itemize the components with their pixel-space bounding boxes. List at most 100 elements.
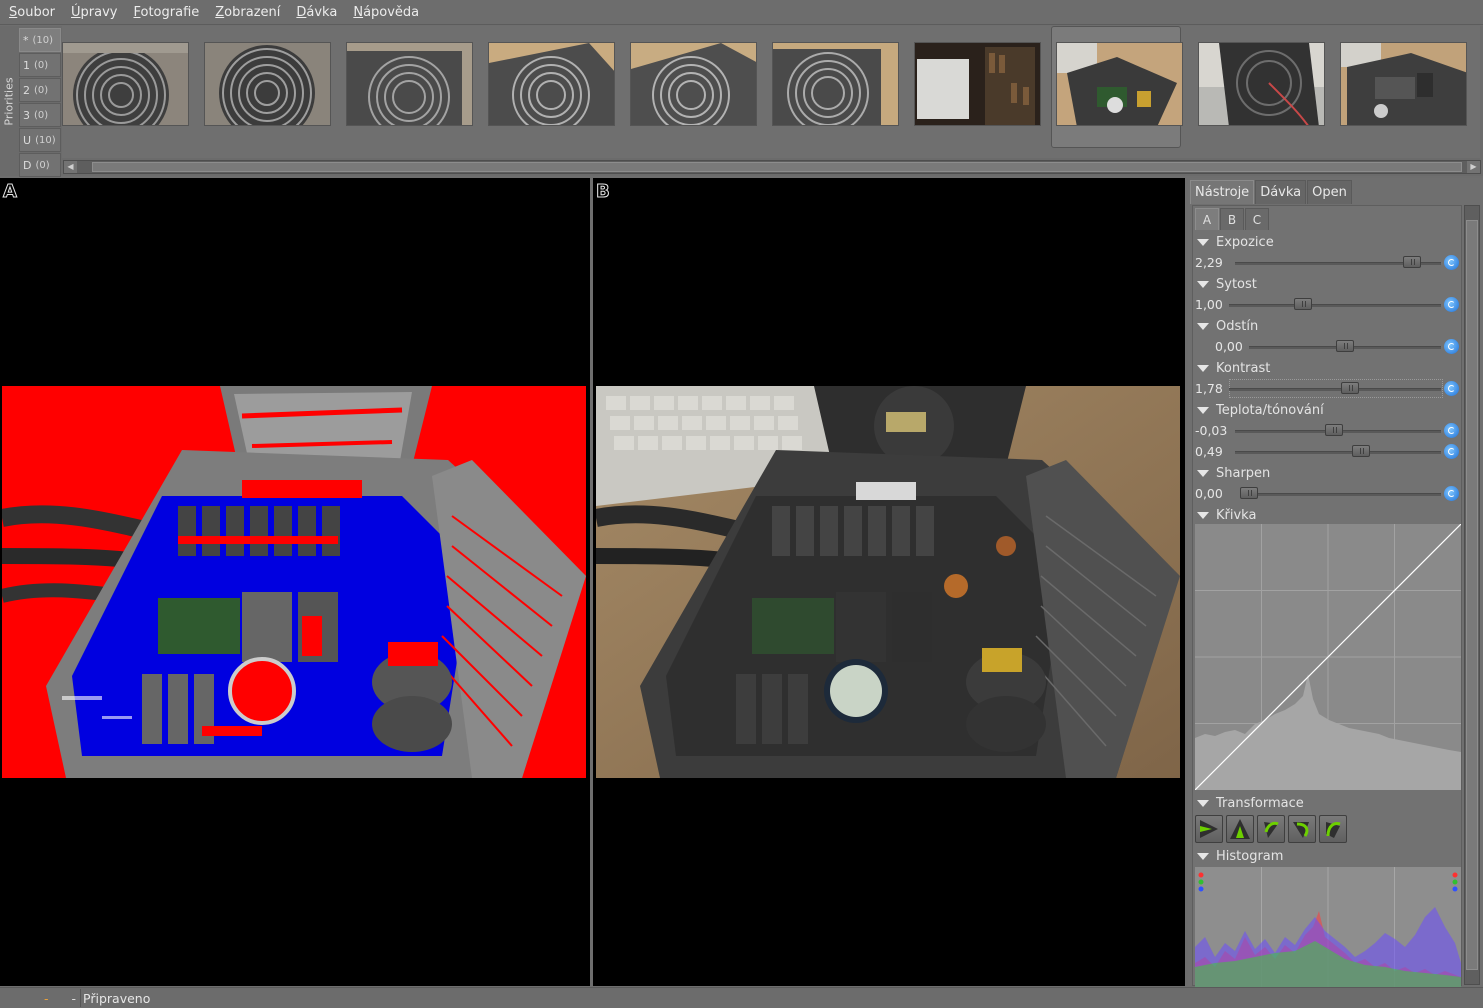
subtab-a[interactable]: A bbox=[1195, 208, 1219, 230]
thumbnail-selected[interactable] bbox=[1056, 42, 1183, 126]
saturation-slider-handle[interactable] bbox=[1294, 298, 1313, 310]
priority-filter-u[interactable]: U (10) bbox=[19, 128, 61, 152]
thumbnail[interactable] bbox=[1198, 42, 1325, 126]
section-krivka-header[interactable]: Křivka bbox=[1197, 506, 1256, 524]
thumbnail[interactable] bbox=[204, 42, 331, 126]
tools-container: A B C Expozice 2,29 Sytost 1,00 Odstín 0… bbox=[1192, 205, 1462, 987]
section-sharpen-header[interactable]: Sharpen bbox=[1197, 464, 1270, 482]
section-sytost-header[interactable]: Sytost bbox=[1197, 275, 1257, 293]
triangle-down-icon bbox=[1197, 511, 1209, 519]
thumbnail[interactable] bbox=[62, 42, 189, 126]
priority-filter-all[interactable]: * (10) bbox=[19, 28, 61, 52]
hue-slider-row: 0,00 bbox=[1195, 338, 1459, 356]
triangle-down-icon bbox=[1197, 280, 1209, 288]
reset-icon[interactable] bbox=[1444, 444, 1459, 459]
exposure-value: 2,29 bbox=[1195, 255, 1223, 270]
tone-curve-editor[interactable] bbox=[1194, 523, 1462, 791]
preview-image-a bbox=[2, 386, 586, 778]
menu-davka[interactable]: Dávka bbox=[296, 5, 337, 20]
exposure-slider-row: 2,29 bbox=[1195, 254, 1459, 272]
thumbnail[interactable] bbox=[1340, 42, 1467, 126]
contrast-slider-track[interactable] bbox=[1229, 388, 1441, 391]
preview-pane-b[interactable]: B bbox=[593, 178, 1185, 986]
thumbnail[interactable] bbox=[346, 42, 473, 126]
scroll-left-arrow-icon[interactable]: ◀ bbox=[64, 161, 77, 173]
tint-value: 0,49 bbox=[1195, 444, 1223, 459]
reset-icon[interactable] bbox=[1444, 255, 1459, 270]
thumbnail[interactable] bbox=[630, 42, 757, 126]
menubar: Soubor Úpravy Fotografie Zobrazení Dávka… bbox=[0, 0, 1483, 25]
reset-icon[interactable] bbox=[1444, 381, 1459, 396]
saturation-slider-row: 1,00 bbox=[1195, 296, 1459, 314]
reset-icon[interactable] bbox=[1444, 297, 1459, 312]
scrollbar-thumb[interactable] bbox=[92, 162, 1462, 172]
priority-filter-3[interactable]: 3 (0) bbox=[19, 103, 61, 127]
thumbnail-strip bbox=[62, 26, 1480, 158]
sharpen-slider-handle[interactable] bbox=[1239, 487, 1258, 499]
triangle-down-icon bbox=[1197, 852, 1209, 860]
reset-icon[interactable] bbox=[1444, 339, 1459, 354]
priority-filter-2[interactable]: 2 (0) bbox=[19, 78, 61, 102]
priority-filter-1[interactable]: 1 (0) bbox=[19, 53, 61, 77]
tab-davka[interactable]: Dávka bbox=[1255, 180, 1307, 204]
section-transformace-header[interactable]: Transformace bbox=[1197, 794, 1304, 812]
status-indicator-2: - bbox=[71, 990, 77, 1006]
flip-vertical-icon[interactable] bbox=[1226, 815, 1254, 843]
rotate-left-icon[interactable] bbox=[1257, 815, 1285, 843]
thumbnail[interactable] bbox=[914, 42, 1041, 126]
priority-filter-d[interactable]: D (0) bbox=[19, 153, 61, 177]
tab-open[interactable]: Open bbox=[1307, 180, 1352, 204]
status-separator bbox=[80, 989, 81, 1007]
menu-soubor[interactable]: Soubor bbox=[9, 5, 55, 20]
triangle-down-icon bbox=[1197, 469, 1209, 477]
section-histogram-header[interactable]: Histogram bbox=[1197, 847, 1283, 865]
sharpen-slider-track[interactable] bbox=[1245, 493, 1441, 496]
tool-panel-vertical-scrollbar[interactable] bbox=[1464, 205, 1480, 985]
reset-icon[interactable] bbox=[1444, 486, 1459, 501]
reset-icon[interactable] bbox=[1444, 423, 1459, 438]
tab-nastroje[interactable]: Nástroje bbox=[1190, 180, 1255, 204]
free-rotate-icon[interactable] bbox=[1319, 815, 1347, 843]
menu-fotografie[interactable]: Fotografie bbox=[133, 5, 199, 20]
menu-upravy[interactable]: Úpravy bbox=[71, 5, 117, 20]
tint-slider-handle[interactable] bbox=[1351, 445, 1370, 457]
scrollbar-thumb[interactable] bbox=[1466, 220, 1478, 970]
saturation-slider-track[interactable] bbox=[1229, 304, 1441, 307]
histogram-chart bbox=[1195, 867, 1461, 987]
priority-filter-list: * (10) 1 (0) 2 (0) 3 (0) U (10) D (0) bbox=[19, 28, 61, 178]
temperature-slider-handle[interactable] bbox=[1324, 424, 1343, 436]
menu-zobrazeni[interactable]: Zobrazení bbox=[215, 5, 280, 20]
tint-slider-track[interactable] bbox=[1235, 451, 1441, 454]
flip-horizontal-icon[interactable] bbox=[1195, 815, 1223, 843]
priorities-label: Priorities bbox=[2, 76, 16, 126]
triangle-down-icon bbox=[1197, 238, 1209, 246]
section-odstin-header[interactable]: Odstín bbox=[1197, 317, 1258, 335]
subtab-c[interactable]: C bbox=[1245, 208, 1269, 230]
status-indicator-1: - bbox=[44, 990, 49, 1006]
temperature-slider-row: -0,03 bbox=[1195, 422, 1459, 440]
triangle-down-icon bbox=[1197, 364, 1209, 372]
hue-slider-handle[interactable] bbox=[1336, 340, 1354, 352]
subtab-b[interactable]: B bbox=[1220, 208, 1244, 230]
exposure-slider-handle[interactable] bbox=[1403, 256, 1422, 268]
status-message: Připraveno bbox=[83, 990, 151, 1006]
contrast-slider-row: 1,78 bbox=[1195, 379, 1459, 398]
thumbnail[interactable] bbox=[488, 42, 615, 126]
tool-panel: Nástroje Dávka Open A B C Expozice 2,29 … bbox=[1188, 178, 1483, 987]
contrast-slider-handle[interactable] bbox=[1340, 382, 1359, 394]
scroll-right-arrow-icon[interactable]: ▶ bbox=[1467, 161, 1480, 173]
rotate-right-icon[interactable] bbox=[1288, 815, 1316, 843]
contrast-value: 1,78 bbox=[1195, 381, 1223, 396]
thumbnail[interactable] bbox=[772, 42, 899, 126]
menu-napoveda[interactable]: Nápověda bbox=[353, 5, 419, 20]
section-expozice-header[interactable]: Expozice bbox=[1197, 233, 1274, 251]
preview-image-b bbox=[596, 386, 1180, 778]
preview-pane-a[interactable]: A bbox=[0, 178, 590, 986]
pane-a-label: A bbox=[3, 181, 18, 203]
section-kontrast-header[interactable]: Kontrast bbox=[1197, 359, 1270, 377]
app-window: Soubor Úpravy Fotografie Zobrazení Dávka… bbox=[0, 0, 1483, 1008]
section-teplota-header[interactable]: Teplota/tónování bbox=[1197, 401, 1324, 419]
filmstrip-horizontal-scrollbar[interactable]: ◀ ▶ bbox=[63, 160, 1481, 174]
sharpen-value: 0,00 bbox=[1195, 486, 1223, 501]
tint-slider-row: 0,49 bbox=[1195, 443, 1459, 461]
